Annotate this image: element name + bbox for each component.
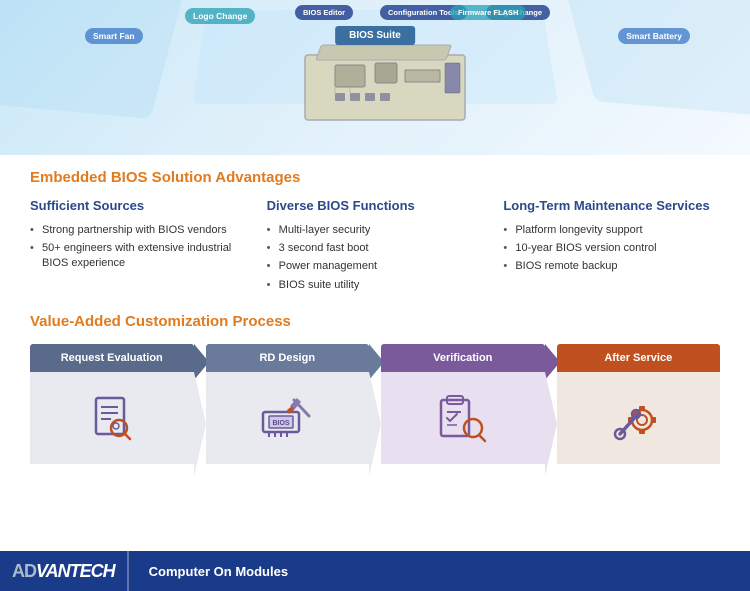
embedded-section-title: Embedded BIOS Solution Advantages bbox=[30, 169, 720, 186]
col2-bullets: Multi-layer security 3 second fast boot … bbox=[267, 221, 484, 295]
process-steps-container: Request Evaluation RD Desi bbox=[30, 344, 720, 464]
bios-suite-label: BIOS Suite bbox=[335, 26, 415, 45]
column-sufficient-sources: Sufficient Sources Strong partnership wi… bbox=[30, 198, 247, 295]
step1-label: Request Evaluation bbox=[61, 352, 163, 364]
step3-header: Verification bbox=[381, 344, 545, 372]
process-section-title: Value-Added Customization Process bbox=[30, 313, 720, 330]
step4-body bbox=[557, 372, 721, 464]
step4-label: After Service bbox=[604, 352, 672, 364]
col2-bullet-1: Multi-layer security bbox=[267, 221, 484, 239]
bios-editor-label: BIOS Editor bbox=[295, 5, 353, 20]
step-request-evaluation: Request Evaluation bbox=[30, 344, 194, 464]
step2-body: BIOS bbox=[206, 372, 370, 464]
col1-title: Sufficient Sources bbox=[30, 198, 247, 213]
step3-body bbox=[381, 372, 545, 464]
diagram-area: Smart Fan Logo Change BIOS Editor Config… bbox=[0, 0, 750, 155]
main-content: Embedded BIOS Solution Advantages Suffic… bbox=[0, 155, 750, 474]
step1-header: Request Evaluation bbox=[30, 344, 194, 372]
step4-icon bbox=[610, 392, 666, 444]
logo-change-left-label: Logo Change bbox=[185, 8, 255, 24]
col2-title: Diverse BIOS Functions bbox=[267, 198, 484, 213]
step1-icon bbox=[86, 392, 138, 444]
smart-fan-label: Smart Fan bbox=[85, 28, 143, 44]
col2-bullet-3: Power management bbox=[267, 258, 484, 276]
firmware-flash-label: Firmware FLASH bbox=[450, 5, 526, 20]
step-rd-design: RD Design BIOS bbox=[206, 344, 370, 464]
column-diverse-bios: Diverse BIOS Functions Multi-layer secur… bbox=[267, 198, 484, 295]
col3-bullets: Platform longevity support 10-year BIOS … bbox=[503, 221, 720, 276]
footer-logo-ad: AD bbox=[12, 561, 36, 581]
footer: ADVANTECH Computer On Modules bbox=[0, 551, 750, 591]
col2-bullet-2: 3 second fast boot bbox=[267, 239, 484, 257]
smart-battery-label: Smart Battery bbox=[618, 28, 690, 44]
step-after-service: After Service bbox=[557, 344, 721, 464]
column-longterm-maintenance: Long-Term Maintenance Services Platform … bbox=[503, 198, 720, 295]
svg-text:BIOS: BIOS bbox=[273, 420, 290, 427]
step3-label: Verification bbox=[433, 352, 492, 364]
step1-body bbox=[30, 372, 194, 464]
step3-icon bbox=[435, 392, 491, 444]
footer-logo-box: ADVANTECH bbox=[0, 551, 128, 591]
step4-header: After Service bbox=[557, 344, 721, 372]
step2-header: RD Design bbox=[206, 344, 370, 372]
col1-bullet-1: Strong partnership with BIOS vendors bbox=[30, 221, 247, 239]
motherboard-illustration bbox=[285, 35, 485, 125]
col3-bullet-2: 10-year BIOS version control bbox=[503, 239, 720, 257]
col3-bullet-1: Platform longevity support bbox=[503, 221, 720, 239]
step-verification: Verification bbox=[381, 344, 545, 464]
footer-subtitle: Computer On Modules bbox=[129, 564, 308, 579]
col3-bullet-3: BIOS remote backup bbox=[503, 258, 720, 276]
col3-title: Long-Term Maintenance Services bbox=[503, 198, 720, 213]
advantages-columns: Sufficient Sources Strong partnership wi… bbox=[30, 198, 720, 295]
col2-bullet-4: BIOS suite utility bbox=[267, 276, 484, 294]
col1-bullet-2: 50+ engineers with extensive industrial … bbox=[30, 239, 247, 273]
col1-bullets: Strong partnership with BIOS vendors 50+… bbox=[30, 221, 247, 273]
step2-icon: BIOS bbox=[259, 392, 315, 444]
footer-logo: ADVANTECH bbox=[12, 561, 115, 582]
footer-logo-vtech: VANTECH bbox=[36, 561, 115, 581]
step2-label: RD Design bbox=[259, 352, 315, 364]
